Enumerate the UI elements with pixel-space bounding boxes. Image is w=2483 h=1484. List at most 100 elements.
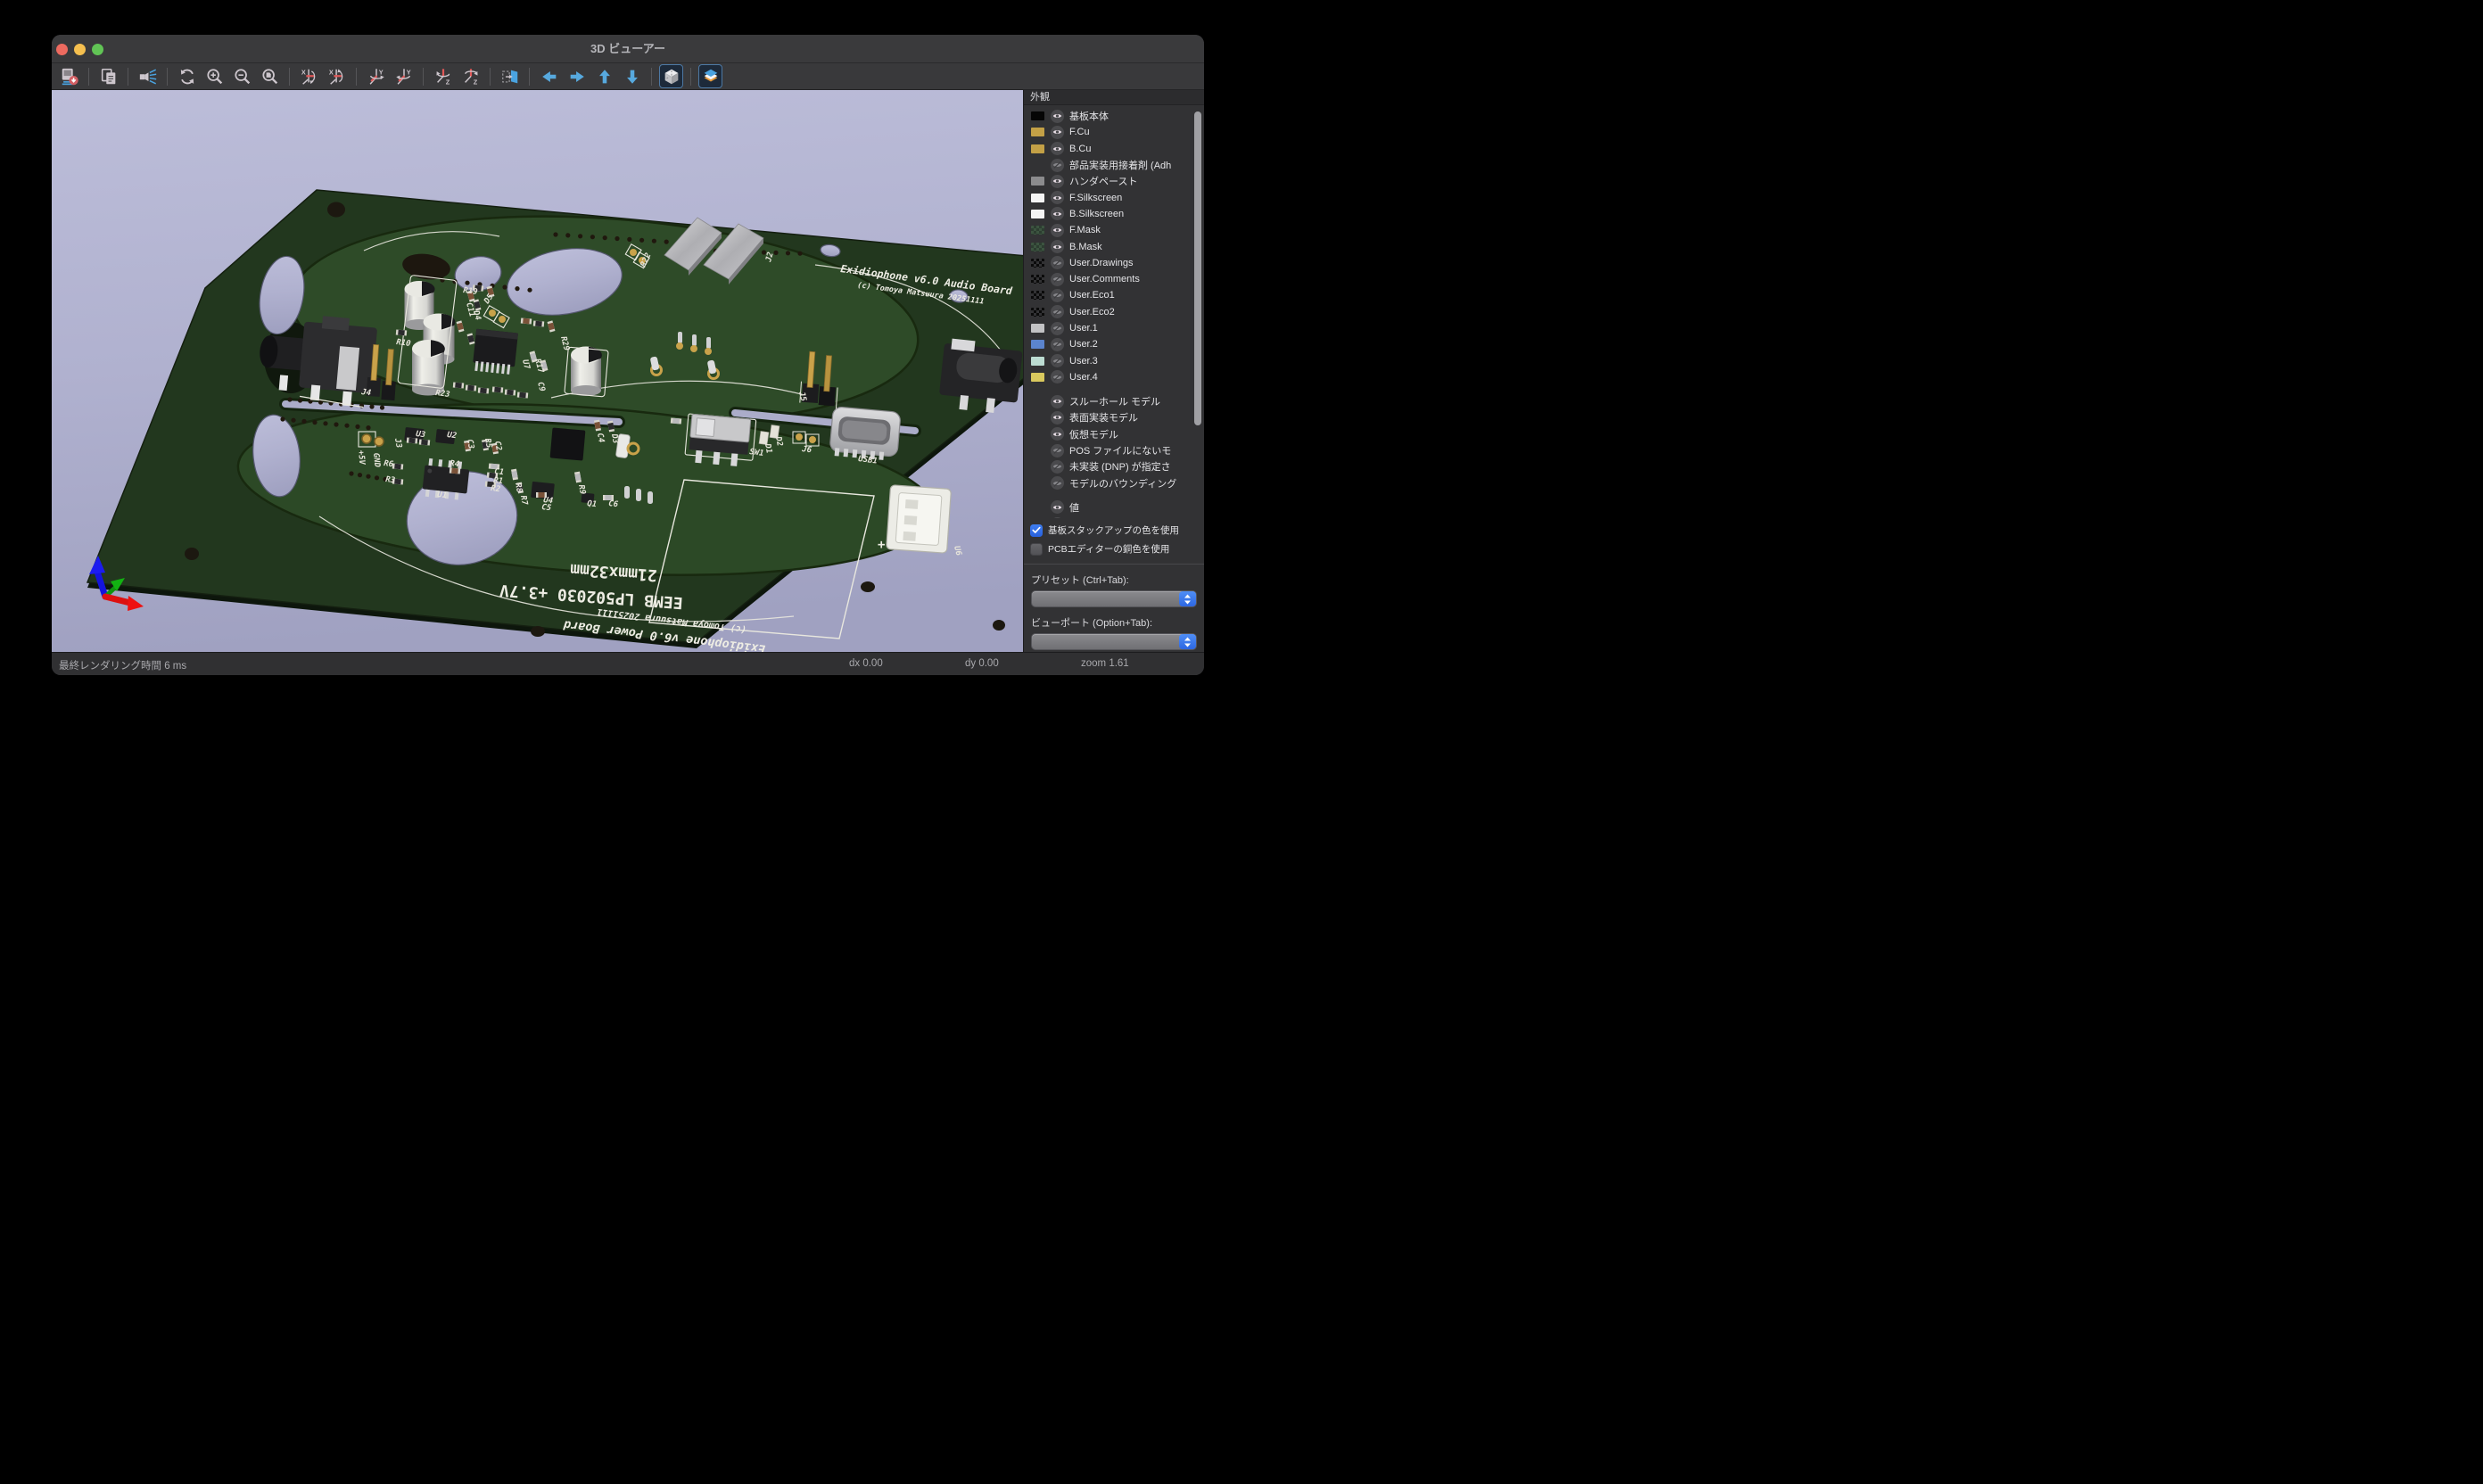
layer-row[interactable]: F.Mask: [1024, 222, 1204, 238]
layer-row[interactable]: F.Silkscreen: [1024, 189, 1204, 205]
render-time-status: 最終レンダリング時間 6 ms: [59, 658, 186, 672]
zoom-in-button[interactable]: [202, 64, 227, 88]
visibility-toggle[interactable]: [1051, 370, 1064, 383]
visibility-toggle[interactable]: [1051, 126, 1064, 139]
visibility-toggle[interactable]: [1051, 427, 1064, 441]
layer-row[interactable]: B.Mask: [1024, 238, 1204, 254]
visibility-toggle[interactable]: [1051, 224, 1064, 237]
scrollbar-thumb[interactable]: [1194, 111, 1201, 425]
layer-color-swatch[interactable]: [1031, 226, 1044, 235]
raytracing-render-button[interactable]: [136, 64, 160, 88]
model-row[interactable]: 仮想モデル: [1024, 426, 1204, 442]
visibility-toggle[interactable]: [1051, 175, 1064, 188]
visibility-toggle[interactable]: [1051, 191, 1064, 204]
layer-color-swatch[interactable]: [1031, 111, 1044, 120]
copy-button[interactable]: [96, 64, 120, 88]
layer-row[interactable]: B.Silkscreen: [1024, 206, 1204, 222]
clipped-row[interactable]: [1024, 515, 1204, 518]
model-row[interactable]: POS ファイルにないモ: [1024, 442, 1204, 458]
model-row[interactable]: 表面実装モデル: [1024, 409, 1204, 425]
visibility-toggle[interactable]: [1051, 338, 1064, 351]
pan-up-button[interactable]: [592, 64, 616, 88]
visibility-toggle[interactable]: [1051, 411, 1064, 425]
visibility-toggle[interactable]: [1051, 395, 1064, 408]
rotate-x-cw-button[interactable]: X: [297, 64, 321, 88]
pan-right-button[interactable]: [565, 64, 589, 88]
checkbox-checked[interactable]: [1030, 524, 1043, 537]
layer-row[interactable]: User.Eco2: [1024, 304, 1204, 320]
layer-row[interactable]: User.Comments: [1024, 271, 1204, 287]
viewport-stepper-icon[interactable]: [1179, 634, 1196, 649]
layer-color-swatch[interactable]: [1031, 340, 1044, 349]
layer-color-swatch[interactable]: [1031, 259, 1044, 268]
checkbox-unchecked[interactable]: [1030, 543, 1043, 556]
visibility-toggle[interactable]: [1051, 256, 1064, 269]
layer-row[interactable]: User.Drawings: [1024, 255, 1204, 271]
layer-row[interactable]: 基板本体: [1024, 108, 1204, 124]
visibility-toggle[interactable]: [1051, 517, 1064, 518]
layer-row[interactable]: User.Eco1: [1024, 287, 1204, 303]
layer-color-swatch[interactable]: [1031, 243, 1044, 251]
visibility-toggle[interactable]: [1051, 273, 1064, 286]
layer-color-swatch[interactable]: [1031, 194, 1044, 202]
refdes-label: J4: [360, 388, 372, 398]
orthographic-projection-button[interactable]: [659, 64, 683, 88]
layer-color-swatch[interactable]: [1031, 324, 1044, 333]
rotate-y-cw-button[interactable]: Y: [364, 64, 388, 88]
model-row[interactable]: 未実装 (DNP) が指定さ: [1024, 458, 1204, 474]
zoom-to-fit-button[interactable]: [258, 64, 282, 88]
layer-color-swatch[interactable]: [1031, 128, 1044, 136]
layer-row[interactable]: User.1: [1024, 320, 1204, 336]
layer-row[interactable]: B.Cu: [1024, 141, 1204, 157]
refdes-label: R9: [576, 484, 587, 495]
layer-scrollbar[interactable]: [1194, 110, 1201, 513]
visibility-toggle[interactable]: [1051, 159, 1064, 172]
layer-color-swatch[interactable]: [1031, 210, 1044, 218]
visibility-toggle[interactable]: [1051, 289, 1064, 302]
visibility-toggle[interactable]: [1051, 305, 1064, 318]
rotate-z-cw-button[interactable]: Z: [431, 64, 455, 88]
visibility-toggle[interactable]: [1051, 240, 1064, 253]
preset-dropdown[interactable]: [1031, 590, 1197, 607]
pan-down-button[interactable]: [620, 64, 644, 88]
flip-board-button[interactable]: [498, 64, 522, 88]
visibility-toggle[interactable]: [1051, 444, 1064, 458]
layer-row[interactable]: User.2: [1024, 336, 1204, 352]
layer-color-swatch[interactable]: [1031, 177, 1044, 186]
title-bar[interactable]: 3D ビューアー: [52, 35, 1204, 63]
layer-color-swatch[interactable]: [1031, 144, 1044, 153]
layer-color-swatch[interactable]: [1031, 275, 1044, 284]
layer-row[interactable]: User.3: [1024, 352, 1204, 368]
value-row[interactable]: 値: [1024, 499, 1204, 515]
preset-stepper-icon[interactable]: [1179, 591, 1196, 606]
rotate-x-ccw-button[interactable]: X: [325, 64, 349, 88]
rotate-y-ccw-button[interactable]: Y: [392, 64, 416, 88]
refresh-view-button[interactable]: [175, 64, 199, 88]
layer-color-swatch[interactable]: [1031, 291, 1044, 300]
layer-row[interactable]: User.4: [1024, 369, 1204, 385]
visibility-toggle[interactable]: [1051, 476, 1064, 490]
visibility-toggle[interactable]: [1051, 354, 1064, 367]
model-row[interactable]: スルーホール モデル: [1024, 393, 1204, 409]
visibility-toggle[interactable]: [1051, 142, 1064, 155]
visibility-toggle[interactable]: [1051, 460, 1064, 474]
board-layers-button[interactable]: [698, 64, 722, 88]
layer-row[interactable]: F.Cu: [1024, 124, 1204, 140]
layer-color-swatch[interactable]: [1031, 357, 1044, 366]
model-row[interactable]: モデルのバウンディング: [1024, 475, 1204, 491]
zoom-out-button[interactable]: [230, 64, 254, 88]
layer-color-swatch[interactable]: [1031, 308, 1044, 317]
layer-row[interactable]: ハンダペースト: [1024, 173, 1204, 189]
layer-color-swatch[interactable]: [1031, 373, 1044, 382]
pan-left-button[interactable]: [537, 64, 561, 88]
refdes-label: U1: [437, 491, 448, 500]
visibility-toggle[interactable]: [1051, 322, 1064, 335]
visibility-toggle[interactable]: [1051, 500, 1064, 514]
3d-viewport[interactable]: Exidiophone v6.0 Audio Board (c) Tomoya …: [52, 90, 1023, 652]
viewport-dropdown[interactable]: [1031, 633, 1197, 650]
layer-row[interactable]: 部品実装用接着剤 (Adh: [1024, 157, 1204, 173]
export-image-button[interactable]: [57, 64, 81, 88]
rotate-z-ccw-button[interactable]: Z: [458, 64, 483, 88]
visibility-toggle[interactable]: [1051, 207, 1064, 220]
visibility-toggle[interactable]: [1051, 110, 1064, 123]
